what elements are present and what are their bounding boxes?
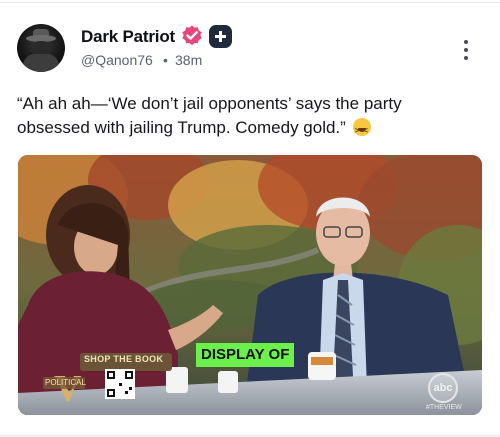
author-avatar[interactable] [17,24,65,72]
avatar-coat [23,54,59,72]
qr-code-icon [105,369,135,399]
author-handle[interactable]: @Qanon76 [81,52,153,68]
meta-separator: • [163,52,168,68]
brand-small-label: POLITICAL [45,378,86,387]
laughing-emoji-icon [352,118,371,143]
verified-badge-icon [182,25,202,46]
caption-overlay: DISPLAY OF [196,343,295,367]
more-options-icon[interactable] [458,38,474,62]
video-scene [18,155,482,415]
author-name[interactable]: Dark Patriot [81,27,175,47]
post-timestamp[interactable]: 38m [175,52,202,68]
post-body: “Ah ah ah—‘We don’t jail opponents’ says… [17,92,477,143]
shop-the-book-label: SHOP THE BOOK [84,354,164,364]
network-hashtag: #THEVIEW [426,404,462,411]
post-video-thumbnail[interactable]: SHOP THE BOOK DISPLAY OF V POLITICAL abc… [18,155,482,415]
brand-letter: V [54,368,82,410]
top-divider [0,2,500,3]
network-logo: abc [428,373,458,403]
plus-badge-icon [209,25,232,48]
post-text: “Ah ah ah—‘We don’t jail opponents’ says… [17,94,402,137]
